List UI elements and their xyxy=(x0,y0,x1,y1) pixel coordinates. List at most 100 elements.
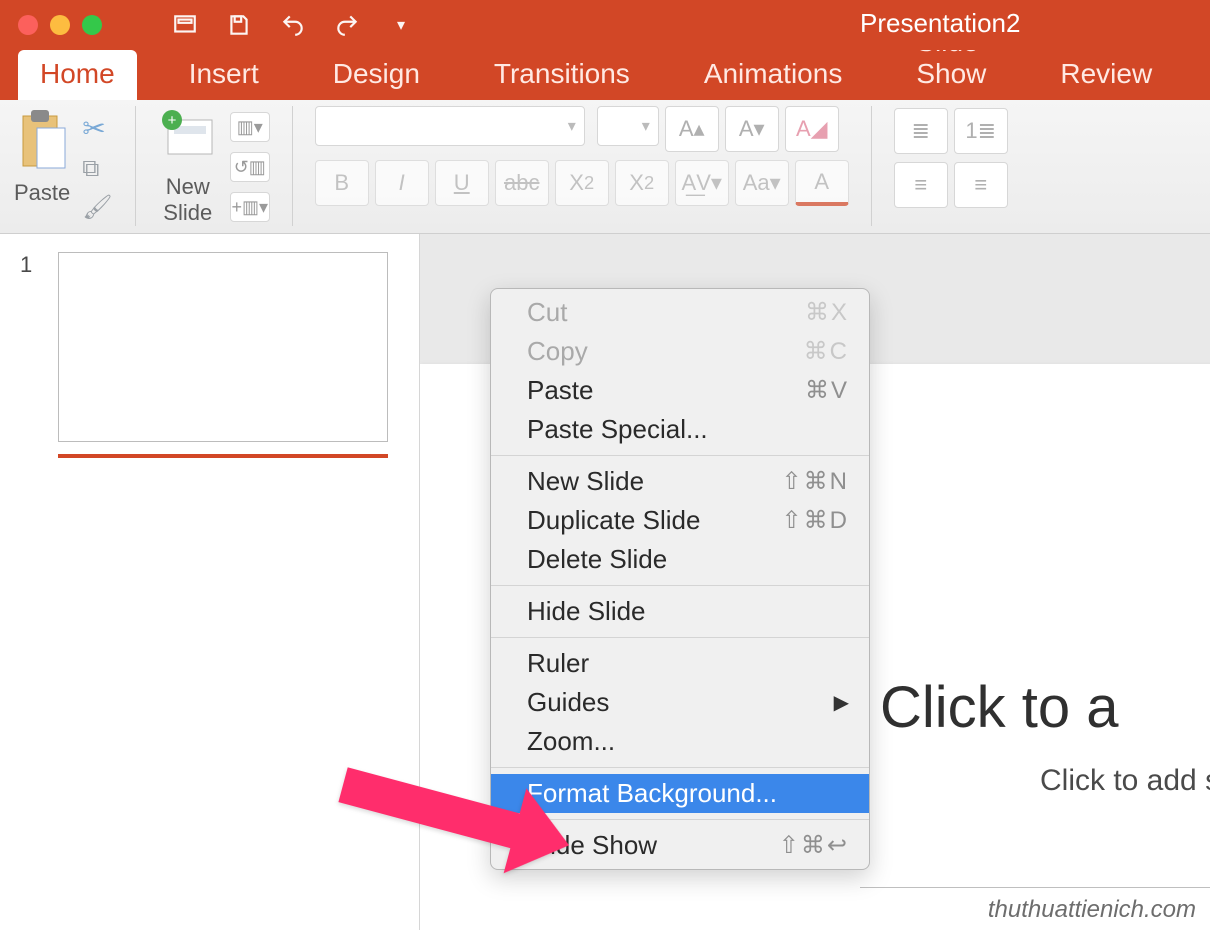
reset-icon[interactable]: ↺▥ xyxy=(230,152,270,182)
char-spacing-button[interactable]: A͟V▾ xyxy=(675,160,729,206)
menu-item-duplicate-slide[interactable]: Duplicate Slide ⇧⌘D xyxy=(491,501,869,540)
divider xyxy=(860,887,1210,888)
zoom-icon[interactable] xyxy=(82,15,102,35)
tab-label: Animations xyxy=(704,58,843,89)
subtitle-placeholder[interactable]: Click to add s xyxy=(1040,764,1210,798)
change-case-button[interactable]: Aa▾ xyxy=(735,160,789,206)
align-center-button[interactable]: ≡ xyxy=(954,162,1008,208)
svg-text:+: + xyxy=(167,112,176,129)
menu-label: Duplicate Slide xyxy=(527,505,700,536)
menu-item-ruler[interactable]: Ruler xyxy=(491,644,869,683)
italic-button[interactable]: I xyxy=(375,160,429,206)
menu-label: Cut xyxy=(527,297,567,328)
window-title: Presentation2 xyxy=(860,8,1040,39)
font-name-select[interactable]: ▾ xyxy=(315,106,585,146)
section-icon[interactable]: +▥▾ xyxy=(230,192,270,222)
close-icon[interactable] xyxy=(18,15,38,35)
slide-navigator: 1 xyxy=(0,234,420,930)
menu-label: Paste xyxy=(527,375,594,406)
format-painter-icon[interactable]: 🖌︎ xyxy=(82,193,112,222)
new-slide-icon: + xyxy=(158,106,218,170)
tab-label: Home xyxy=(40,58,115,89)
menu-item-delete-slide[interactable]: Delete Slide xyxy=(491,540,869,579)
customize-icon[interactable]: ▾ xyxy=(388,12,414,38)
menu-item-copy: Copy ⌘C xyxy=(491,332,869,371)
ribbon: Paste ✂︎ ⧉ 🖌︎ + New Slide ▥▾ ↺▥ +▥▾ ▾ ▾ … xyxy=(0,100,1210,234)
menu-item-zoom[interactable]: Zoom... xyxy=(491,722,869,761)
menu-item-cut: Cut ⌘X xyxy=(491,293,869,332)
increase-font-icon[interactable]: A▴ xyxy=(665,106,719,152)
menu-shortcut: ⌘V xyxy=(805,376,849,405)
tab-transitions[interactable]: Transitions xyxy=(472,50,652,100)
menu-label: Paste Special... xyxy=(527,414,708,445)
subscript-button[interactable]: X2 xyxy=(615,160,669,206)
save-icon[interactable] xyxy=(226,12,252,38)
numbering-button[interactable]: 1≣ xyxy=(954,108,1008,154)
strike-button[interactable]: abc xyxy=(495,160,549,206)
slide-thumbnail[interactable] xyxy=(58,252,388,442)
quick-access-toolbar: ▾ xyxy=(172,12,414,38)
tab-label: Review xyxy=(1060,58,1152,89)
menu-label: Guides xyxy=(527,687,609,718)
ribbon-tabs: Home Insert Design Transitions Animation… xyxy=(0,50,1210,100)
menu-shortcut: ⌘C xyxy=(804,337,849,366)
align-left-button[interactable]: ≡ xyxy=(894,162,948,208)
menu-item-paste[interactable]: Paste ⌘V xyxy=(491,371,869,410)
menu-shortcut: ⇧⌘D xyxy=(782,506,849,535)
bullets-button[interactable]: ≣ xyxy=(894,108,948,154)
paste-button[interactable]: Paste xyxy=(14,106,70,206)
superscript-button[interactable]: X2 xyxy=(555,160,609,206)
menu-item-hide-slide[interactable]: Hide Slide xyxy=(491,592,869,631)
redo-icon[interactable] xyxy=(334,12,360,38)
menu-item-guides[interactable]: Guides ▶ xyxy=(491,683,869,722)
menu-label: New Slide xyxy=(527,466,644,497)
thumbnail-selection-bar xyxy=(58,454,388,458)
context-menu: Cut ⌘X Copy ⌘C Paste ⌘V Paste Special... Ne… xyxy=(490,288,870,870)
underline-button[interactable]: U xyxy=(435,160,489,206)
window-controls xyxy=(0,15,102,35)
tab-label: Design xyxy=(333,58,420,89)
submenu-arrow-icon: ▶ xyxy=(834,690,849,715)
menu-label: Copy xyxy=(527,336,588,367)
new-slide-label: New Slide xyxy=(163,174,212,226)
undo-icon[interactable] xyxy=(280,12,306,38)
menu-shortcut: ⇧⌘N xyxy=(782,467,849,496)
menu-separator xyxy=(491,767,869,768)
strike-label: abc xyxy=(504,170,539,196)
menu-shortcut: ⇧⌘↩ xyxy=(779,831,849,860)
tab-view[interactable]: View xyxy=(1204,50,1210,100)
layout-icon[interactable]: ▥▾ xyxy=(230,112,270,142)
slide-layout-icon[interactable] xyxy=(172,12,198,38)
underline-label: U xyxy=(454,170,470,196)
tab-design[interactable]: Design xyxy=(311,50,442,100)
title-bar: ▾ Presentation2 xyxy=(0,0,1210,50)
tab-home[interactable]: Home xyxy=(18,50,137,100)
menu-separator xyxy=(491,455,869,456)
menu-item-paste-special[interactable]: Paste Special... xyxy=(491,410,869,449)
italic-label: I xyxy=(399,170,405,196)
slide-number: 1 xyxy=(20,252,38,442)
copy-icon[interactable]: ⧉ xyxy=(82,155,112,183)
decrease-font-icon[interactable]: A▾ xyxy=(725,106,779,152)
watermark-text: thuthuattienich.com xyxy=(988,896,1196,924)
tab-label: Insert xyxy=(189,58,259,89)
bold-button[interactable]: B xyxy=(315,160,369,206)
tab-review[interactable]: Review xyxy=(1038,50,1174,100)
menu-shortcut: ⌘X xyxy=(805,298,849,327)
tab-insert[interactable]: Insert xyxy=(167,50,281,100)
cut-icon[interactable]: ✂︎ xyxy=(82,112,112,145)
new-slide-button[interactable]: + New Slide xyxy=(158,106,218,226)
font-color-button[interactable]: A xyxy=(795,160,849,206)
menu-label: Zoom... xyxy=(527,726,615,757)
clear-formatting-icon[interactable]: A◢ xyxy=(785,106,839,152)
menu-label: Ruler xyxy=(527,648,589,679)
menu-separator xyxy=(491,585,869,586)
font-size-select[interactable]: ▾ xyxy=(597,106,659,146)
menu-label: Hide Slide xyxy=(527,596,646,627)
title-placeholder[interactable]: Click to a xyxy=(880,674,1119,741)
menu-label: Delete Slide xyxy=(527,544,667,575)
tab-animations[interactable]: Animations xyxy=(682,50,865,100)
menu-item-new-slide[interactable]: New Slide ⇧⌘N xyxy=(491,462,869,501)
minimize-icon[interactable] xyxy=(50,15,70,35)
menu-separator xyxy=(491,637,869,638)
